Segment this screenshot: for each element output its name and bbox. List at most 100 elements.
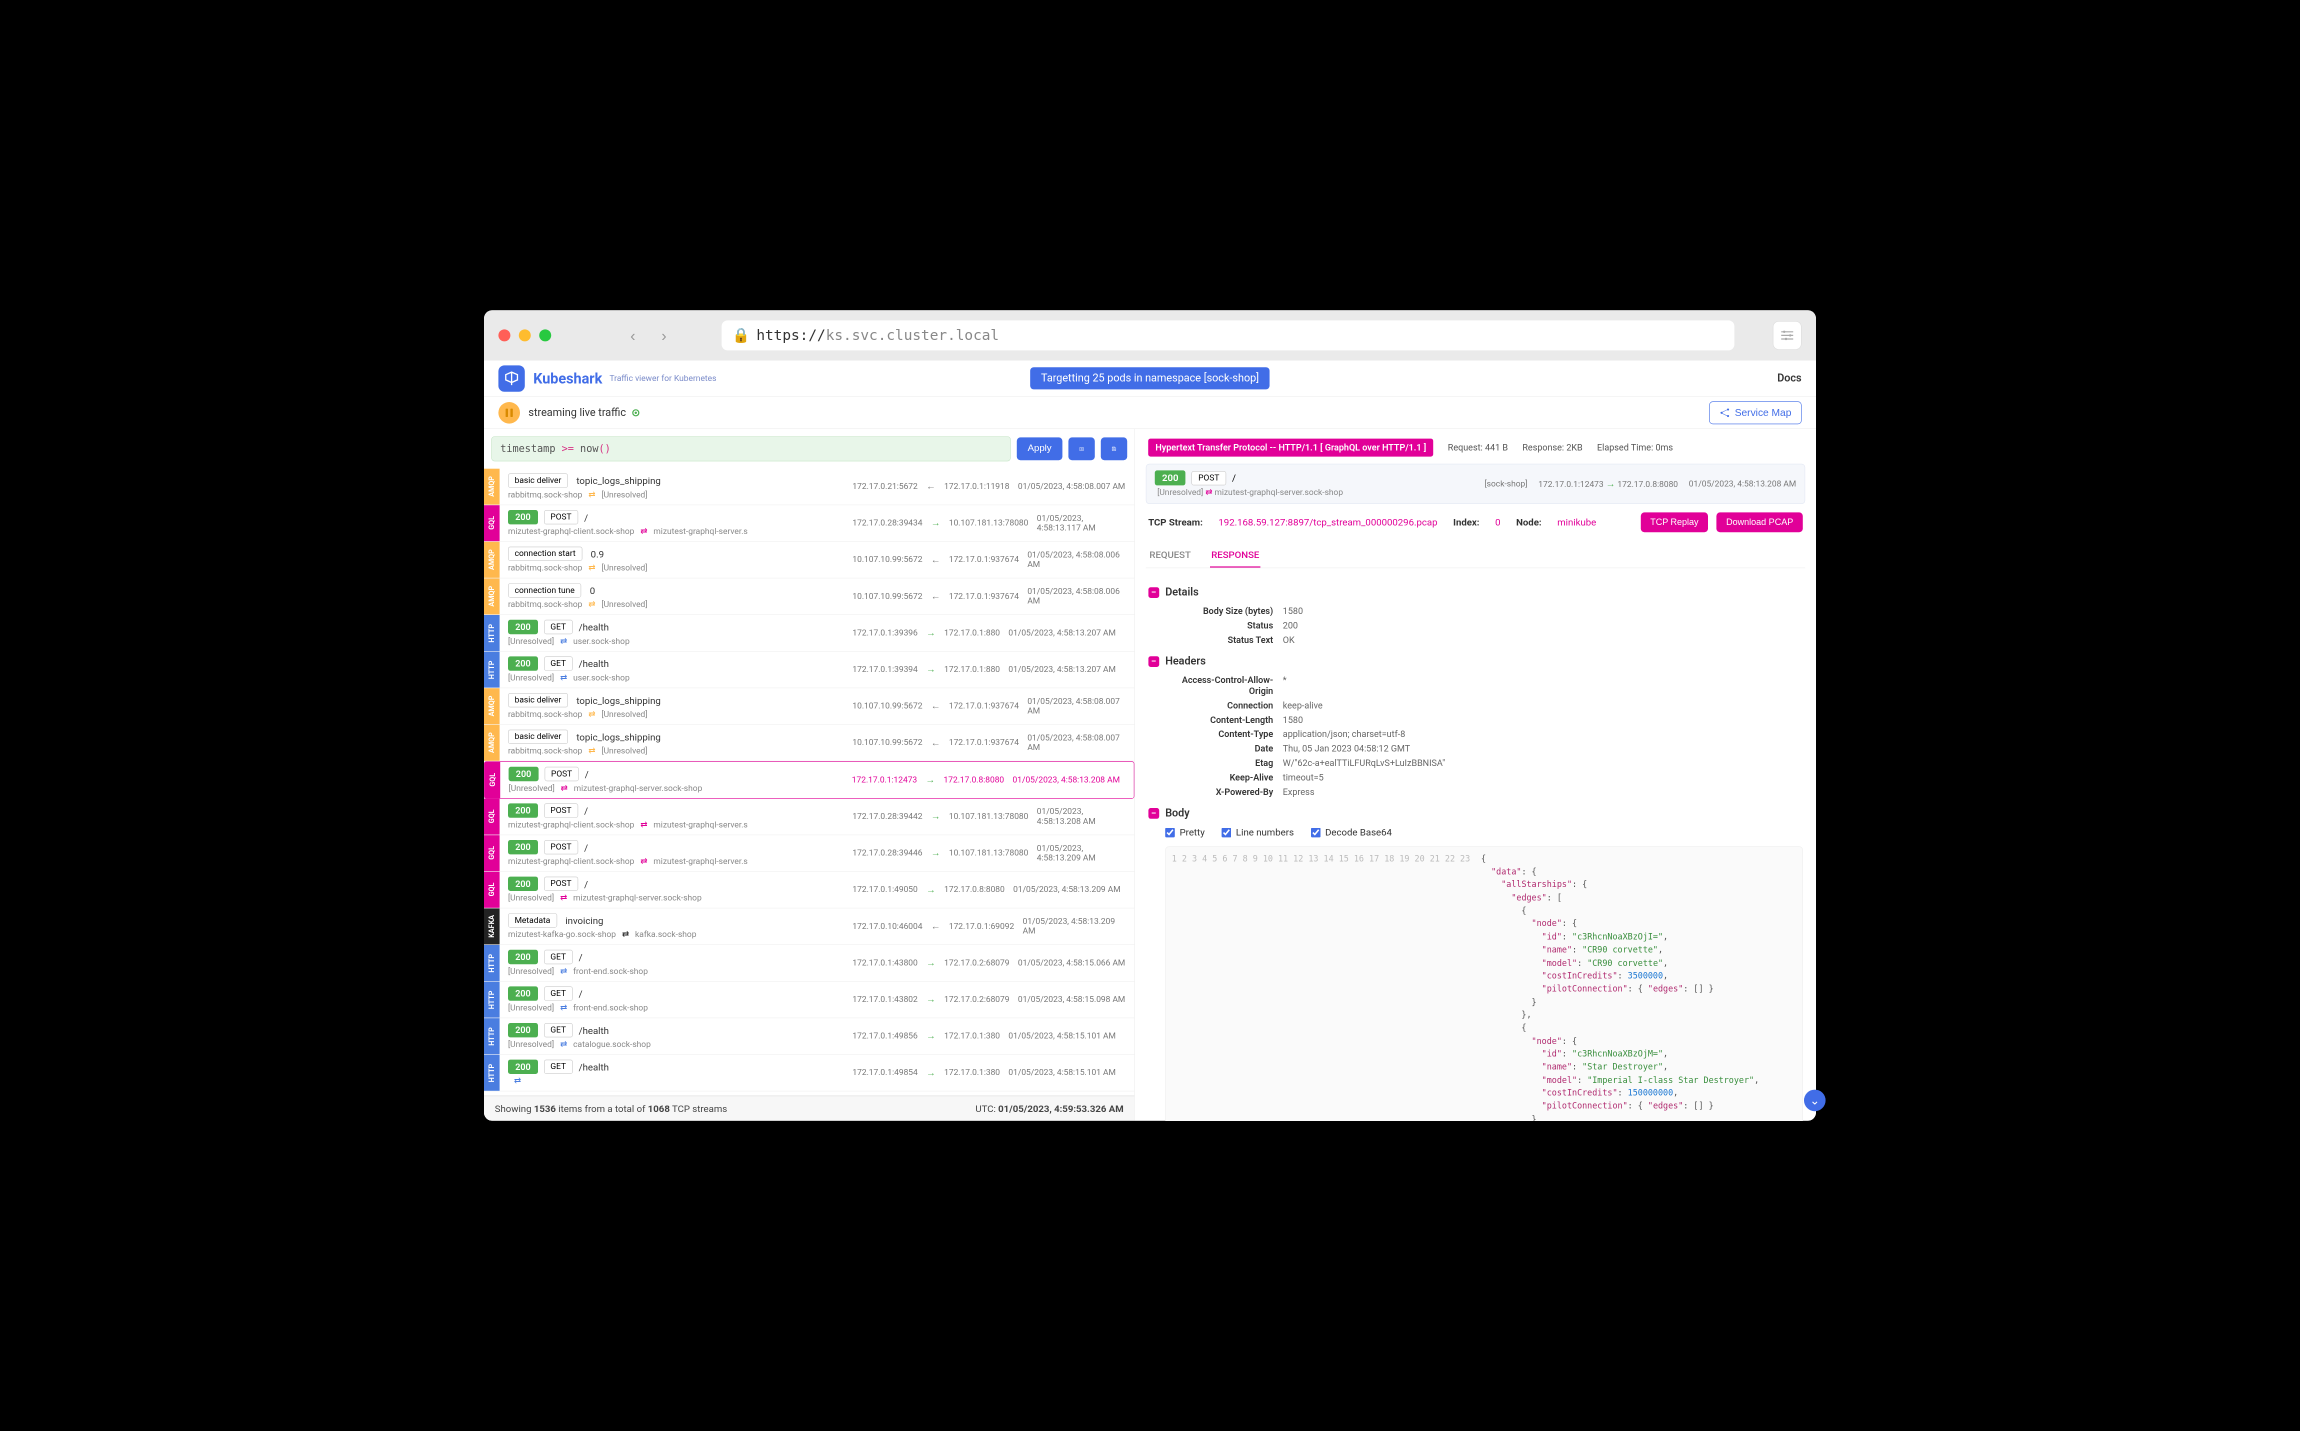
docs-link[interactable]: Docs xyxy=(1777,372,1801,385)
stream-bar: streaming live traffic Service Map xyxy=(484,397,1816,429)
traffic-pane: timestamp >= now() Apply AMQPbasic deliv… xyxy=(484,429,1135,1121)
app-header: Kubeshark Traffic viewer for Kubernetes … xyxy=(484,361,1816,397)
index-value: 0 xyxy=(1495,517,1500,528)
request-ip1: 172.17.0.1:12473 xyxy=(1538,480,1603,490)
protocol-tab: AMQP xyxy=(484,725,500,761)
traffic-row[interactable]: GQL200POST/mizutest-graphql-client.sock-… xyxy=(484,505,1134,542)
download-pcap-button[interactable]: Download PCAP xyxy=(1717,512,1803,532)
request-block: 200 POST / [Unresolved] ⇄ mizutest-graph… xyxy=(1146,464,1805,504)
traffic-row[interactable]: GQL200POST/[Unresolved] ⇄ mizutest-graph… xyxy=(484,761,1134,798)
close-window-button[interactable] xyxy=(498,329,510,341)
traffic-row[interactable]: AMQPbasic delivertopic_logs_shippingrabb… xyxy=(484,469,1134,506)
traffic-row[interactable]: HTTP200GET/health[Unresolved] ⇄ catalogu… xyxy=(484,1018,1134,1055)
response-size: Response: 2KB xyxy=(1522,442,1582,453)
nav-forward-button[interactable]: › xyxy=(651,322,677,348)
lock-icon: 🔒 xyxy=(732,327,750,344)
protocol-tab: GQL xyxy=(484,505,500,541)
status-bar: Showing 1536 items from a total of 1068 … xyxy=(484,1096,1134,1121)
protocol-tab: HTTP xyxy=(484,945,500,981)
protocol-pill: Hypertext Transfer Protocol -- HTTP/1.1 … xyxy=(1148,439,1433,457)
screenshot-button[interactable] xyxy=(1068,437,1094,460)
collapse-icon: − xyxy=(1148,656,1159,667)
titlebar: ‹ › 🔒 https://ks.svc.cluster.local xyxy=(484,310,1816,360)
traffic-row[interactable]: HTTP200GET/health[Unresolved] ⇄ user.soc… xyxy=(484,615,1134,652)
traffic-row[interactable]: GQL200POST/[Unresolved] ⇄ mizutest-graph… xyxy=(484,872,1134,909)
traffic-row[interactable]: HTTP200GET/[Unresolved] ⇄ front-end.sock… xyxy=(484,982,1134,1019)
status-text: Showing 1536 items from a total of 1068 … xyxy=(495,1103,727,1114)
traffic-row[interactable]: AMQPconnection start0.9rabbitmq.sock-sho… xyxy=(484,542,1134,579)
headers-header[interactable]: −Headers xyxy=(1148,655,1803,668)
detail-scroll[interactable]: −Details Body Size (bytes)1580Status200S… xyxy=(1146,568,1805,1121)
traffic-row[interactable]: GQL200POST/mizutest-graphql-client.sock-… xyxy=(484,835,1134,872)
url-scheme: https:// xyxy=(756,327,825,344)
protocol-tab: GQL xyxy=(484,799,500,835)
query-input[interactable]: timestamp >= now() xyxy=(491,436,1011,461)
streaming-label: streaming live traffic xyxy=(528,406,626,419)
protocol-tab: GQL xyxy=(485,762,501,798)
apply-button[interactable]: Apply xyxy=(1017,437,1063,460)
headers-kv: Access-Control-Allow-Origin*Connectionke… xyxy=(1165,675,1803,797)
request-ts: 01/05/2023, 4:58:13.208 AM xyxy=(1689,479,1796,489)
detail-summary: Hypertext Transfer Protocol -- HTTP/1.1 … xyxy=(1146,435,1805,464)
request-size: Request: 441 B xyxy=(1448,442,1508,453)
body-header[interactable]: −Body xyxy=(1148,807,1803,820)
tcp-label: TCP Stream: xyxy=(1148,517,1203,528)
app-logo xyxy=(498,365,524,391)
query-bar: timestamp >= now() Apply xyxy=(484,429,1134,469)
details-kv: Body Size (bytes)1580Status200Status Tex… xyxy=(1165,606,1803,646)
pretty-checkbox[interactable]: Pretty xyxy=(1165,827,1205,838)
protocol-tab: AMQP xyxy=(484,469,500,505)
url-host: ks.svc.cluster.local xyxy=(826,327,999,344)
detail-pane: Hypertext Transfer Protocol -- HTTP/1.1 … xyxy=(1135,429,1816,1121)
brand-name: Kubeshark xyxy=(533,370,602,387)
protocol-tab: HTTP xyxy=(484,1018,500,1054)
collapse-icon: − xyxy=(1148,587,1159,598)
tcp-file-link[interactable]: 192.168.59.127:8897/tcp_stream_000000296… xyxy=(1218,517,1437,528)
browser-menu-button[interactable] xyxy=(1773,321,1802,350)
traffic-row[interactable]: HTTP200GET/health[Unresolved] ⇄ user.soc… xyxy=(484,652,1134,689)
linenums-checkbox[interactable]: Line numbers xyxy=(1221,827,1293,838)
url-bar[interactable]: 🔒 https://ks.svc.cluster.local xyxy=(722,320,1735,350)
node-value: minikube xyxy=(1557,517,1596,528)
method-badge: POST xyxy=(1192,471,1226,485)
protocol-tab: AMQP xyxy=(484,542,500,578)
elapsed-time: Elapsed Time: 0ms xyxy=(1597,442,1673,453)
brand-tagline: Traffic viewer for Kubernetes xyxy=(609,374,716,384)
traffic-row[interactable]: AMQPconnection tune0rabbitmq.sock-shop ⇄… xyxy=(484,578,1134,615)
service-map-button[interactable]: Service Map xyxy=(1709,401,1802,424)
tcp-row: TCP Stream: 192.168.59.127:8897/tcp_stre… xyxy=(1146,504,1805,541)
camera-icon xyxy=(1079,444,1084,454)
save-icon xyxy=(1112,444,1117,454)
maximize-window-button[interactable] xyxy=(539,329,551,341)
traffic-row[interactable]: AMQPbasic delivertopic_logs_shippingrabb… xyxy=(484,688,1134,725)
detail-tabs: REQUEST RESPONSE xyxy=(1146,541,1805,569)
tab-request[interactable]: REQUEST xyxy=(1148,543,1192,568)
minimize-window-button[interactable] xyxy=(519,329,531,341)
protocol-tab: GQL xyxy=(484,872,500,908)
response-body: 1 2 3 4 5 6 7 8 9 10 11 12 13 14 15 16 1… xyxy=(1165,847,1803,1121)
traffic-row[interactable]: AMQPbasic delivertopic_logs_shippingrabb… xyxy=(484,725,1134,762)
protocol-tab: AMQP xyxy=(484,688,500,724)
index-label: Index: xyxy=(1453,517,1479,528)
nav-back-button[interactable]: ‹ xyxy=(620,322,646,348)
save-button[interactable] xyxy=(1101,437,1127,460)
protocol-tab: HTTP xyxy=(484,1055,500,1091)
tcp-replay-button[interactable]: TCP Replay xyxy=(1641,512,1709,532)
protocol-tab: AMQP xyxy=(484,578,500,614)
status-utc: UTC: 01/05/2023, 4:59:53.326 AM xyxy=(975,1103,1123,1114)
traffic-row[interactable]: HTTP200GET/health ⇄ 172.17.0.1:49854→172… xyxy=(484,1055,1134,1092)
targeting-banner: Targetting 25 pods in namespace [sock-sh… xyxy=(1030,367,1270,389)
protocol-tab: HTTP xyxy=(484,652,500,688)
traffic-row[interactable]: KAFKAMetadatainvoicingmizutest-kafka-go.… xyxy=(484,908,1134,945)
traffic-list[interactable]: AMQPbasic delivertopic_logs_shippingrabb… xyxy=(484,469,1134,1096)
traffic-row[interactable]: GQL200POST/mizutest-graphql-client.sock-… xyxy=(484,799,1134,836)
protocol-tab: HTTP xyxy=(484,615,500,651)
traffic-row[interactable]: HTTP200GET/[Unresolved] ⇄ front-end.sock… xyxy=(484,945,1134,982)
details-header[interactable]: −Details xyxy=(1148,586,1803,599)
swap-icon: ⇄ xyxy=(1205,488,1214,498)
tab-response[interactable]: RESPONSE xyxy=(1210,543,1260,568)
node-label: Node: xyxy=(1516,517,1541,528)
protocol-tab: HTTP xyxy=(484,982,500,1018)
pause-button[interactable] xyxy=(498,402,520,424)
decode-checkbox[interactable]: Decode Base64 xyxy=(1311,827,1392,838)
